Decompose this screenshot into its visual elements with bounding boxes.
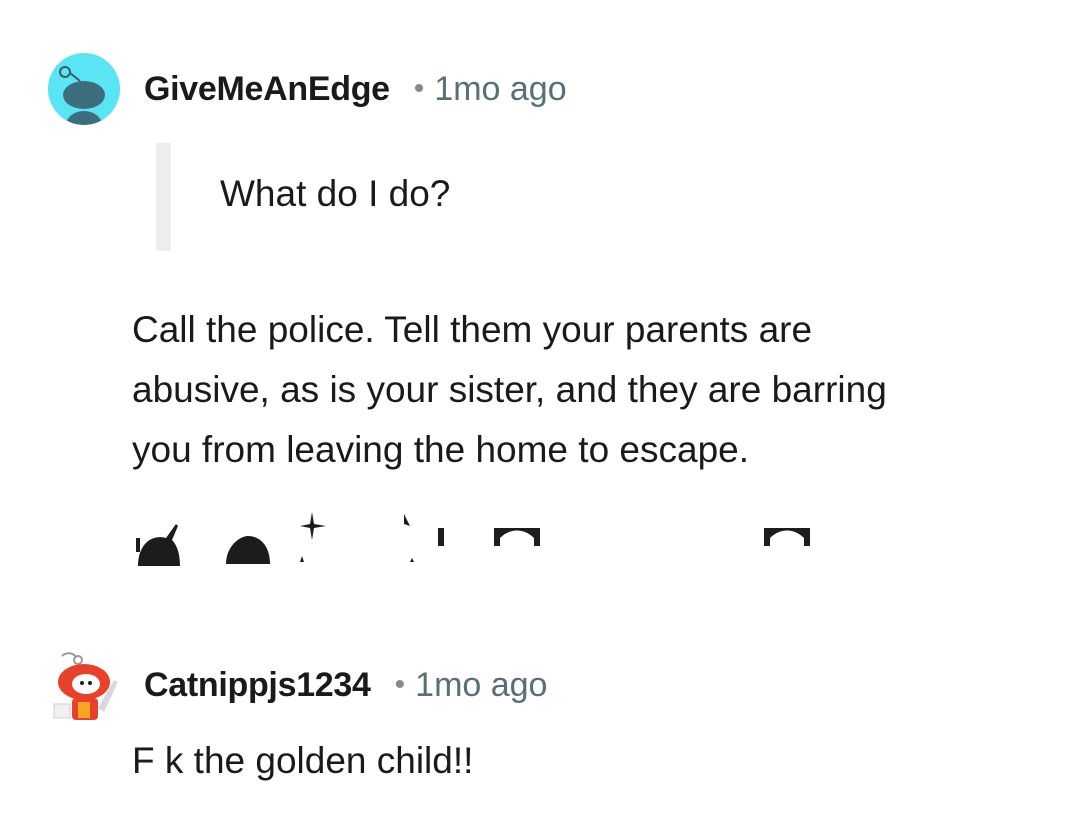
- comment-body: F k the golden child!!: [132, 740, 474, 781]
- quote-bar: [156, 143, 171, 251]
- comment-body-line: abusive, as is your sister, and they are…: [132, 369, 887, 410]
- timestamp: 1mo ago: [415, 665, 548, 704]
- comment-body-line: you from leaving the home to escape.: [132, 429, 750, 470]
- snoo-avatar-icon: [48, 53, 120, 125]
- timestamp: 1mo ago: [434, 69, 567, 108]
- downvote-icon[interactable]: [222, 510, 270, 574]
- comment-meta: GiveMeAnEdge • 1mo ago: [144, 64, 567, 114]
- user-avatar[interactable]: [48, 53, 120, 125]
- comment-body: Call the police. Tell them your parents …: [132, 300, 1032, 480]
- snoo-avatar-icon: [53, 652, 118, 720]
- upvote-icon[interactable]: [132, 510, 180, 574]
- comment-body-line: Call the police. Tell them your parents …: [132, 309, 813, 350]
- comment-actions: [132, 510, 832, 574]
- separator-dot: •: [413, 72, 425, 105]
- comment-meta: Catnippjs1234 • 1mo ago: [144, 660, 547, 710]
- username-link[interactable]: Catnippjs1234: [144, 666, 371, 705]
- separator-dot: •: [394, 668, 406, 701]
- reply-icon[interactable]: [494, 510, 542, 574]
- user-avatar[interactable]: [48, 650, 122, 724]
- quote-text: What do I do?: [220, 173, 451, 214]
- username-link[interactable]: GiveMeAnEdge: [144, 70, 390, 109]
- blockquote: What do I do?: [156, 143, 856, 251]
- more-icon[interactable]: [764, 510, 812, 574]
- award-icon[interactable]: [300, 510, 348, 574]
- share-icon[interactable]: [404, 510, 452, 574]
